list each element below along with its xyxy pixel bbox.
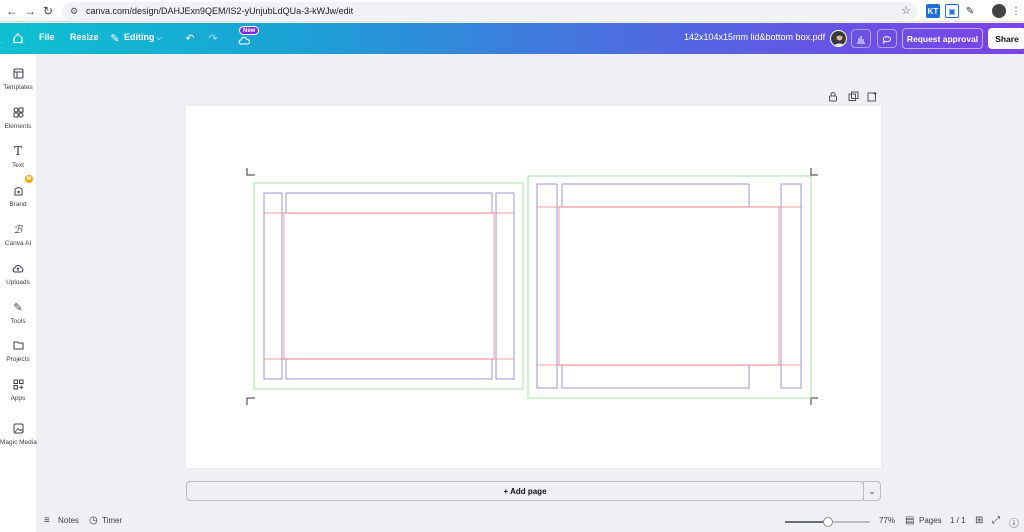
browser-menu-icon[interactable]: ⋮ <box>1009 4 1023 18</box>
page-counter: 1 / 1 <box>950 516 966 525</box>
sidebar-item-label: Magic Media <box>0 439 37 446</box>
editor-header: File Resize ✎ Editing ⌵ ↶ ↷ New 142x104x… <box>0 23 1024 54</box>
help-icon[interactable]: ⓘ <box>1009 515 1019 530</box>
zoom-percentage[interactable]: 77% <box>879 516 895 525</box>
sidebar-item-label: Text <box>12 162 24 169</box>
avatar[interactable] <box>830 30 847 47</box>
timer-button[interactable]: Timer <box>102 516 122 525</box>
brand-badge: W <box>25 175 33 183</box>
uploads-icon <box>0 261 36 275</box>
pages-icon[interactable]: ▤ <box>905 515 914 526</box>
insights-chart-icon[interactable] <box>851 29 871 48</box>
sidebar-item-text[interactable]: T Text <box>0 144 36 169</box>
design-page-canvas[interactable] <box>186 106 881 468</box>
canva-ai-icon: ℬ <box>13 222 23 236</box>
sidebar-item-label: Brand <box>9 201 27 208</box>
file-menu[interactable]: File <box>39 32 55 42</box>
site-info-icon[interactable]: ⚙ <box>70 6 82 17</box>
fullscreen-icon[interactable]: ⤢ <box>992 515 1000 526</box>
duplicate-page-icon[interactable] <box>848 91 859 104</box>
sidebar-item-brand[interactable]: Brand <box>0 183 36 208</box>
notes-button[interactable]: Notes <box>58 516 79 525</box>
editing-mode-dropdown[interactable]: Editing <box>124 32 155 42</box>
sidebar-item-apps[interactable]: Apps <box>0 377 36 402</box>
text-icon: T <box>13 144 22 158</box>
sidebar-item-label: Canva AI <box>4 240 32 247</box>
notes-icon[interactable]: ≡ <box>44 515 50 526</box>
new-badge: New <box>239 26 260 35</box>
add-page-icon[interactable] <box>867 91 878 104</box>
request-approval-button[interactable]: Request approval <box>902 28 983 49</box>
projects-icon <box>0 338 36 352</box>
sidebar-item-label: Tools <box>10 318 26 325</box>
extension-screenshot-icon[interactable]: ▣ <box>945 4 959 18</box>
sidebar-item-label: Elements <box>4 123 32 130</box>
sidebar-item-uploads[interactable]: Uploads <box>0 261 36 286</box>
sidebar-item-templates[interactable]: Templates <box>0 66 36 91</box>
sidebar-item-tools[interactable]: ✎ Tools <box>0 300 36 326</box>
sidebar-item-canva-ai[interactable]: ℬ Canva AI <box>0 222 36 248</box>
home-icon[interactable] <box>10 30 26 46</box>
extension-kt-icon[interactable]: KT <box>926 4 940 18</box>
zoom-slider-thumb[interactable] <box>822 517 833 527</box>
document-title[interactable]: 142x104x15mm lid&bottom box.pdf <box>684 32 825 42</box>
forward-icon[interactable]: → <box>20 1 40 21</box>
browser-profile-avatar[interactable] <box>992 4 1006 18</box>
redo-icon[interactable]: ↷ <box>205 30 221 46</box>
elements-icon <box>0 105 36 119</box>
pages-button[interactable]: Pages <box>919 516 942 525</box>
reload-icon[interactable]: ↻ <box>38 1 58 21</box>
sidebar-item-label: Templates <box>3 84 33 91</box>
brand-icon <box>0 183 36 197</box>
sidebar-item-magic-media[interactable]: Magic Media <box>0 421 37 446</box>
templates-icon <box>0 66 36 80</box>
share-button[interactable]: Share <box>988 28 1024 49</box>
grid-view-icon[interactable]: ⊞ <box>975 515 983 526</box>
zoom-slider[interactable] <box>785 517 870 527</box>
left-sidebar: Templates Elements T Text Brand ℬ Canva … <box>0 54 37 532</box>
extensions-puzzle-icon[interactable]: ✎ <box>963 4 977 18</box>
add-page-dropdown-icon[interactable]: ⌄ <box>863 481 881 501</box>
browser-toolbar: ← → ↻ ⚙ canva.com/design/DAHJExn9QEM/IS2… <box>0 0 1024 22</box>
sidebar-item-label: Uploads <box>6 279 30 286</box>
sidebar-item-label: Projects <box>6 356 30 363</box>
url-text: canva.com/design/DAHJExn9QEM/IS2-yUnjubL… <box>86 6 354 16</box>
resize-button[interactable]: Resize <box>70 32 99 42</box>
lock-icon[interactable] <box>828 91 838 104</box>
editor-footer: ≡ Notes ◷ Timer 77% ▤ Pages 1 / 1 ⊞ ⤢ ⓘ <box>0 510 1024 532</box>
tools-icon: ✎ <box>13 301 23 314</box>
add-page-button[interactable]: + Add page <box>186 481 864 501</box>
comment-icon[interactable] <box>877 29 897 48</box>
sidebar-item-label: Apps <box>10 395 26 402</box>
timer-icon[interactable]: ◷ <box>89 515 98 526</box>
box-dieline-artwork[interactable] <box>186 106 881 468</box>
address-bar[interactable]: ⚙ canva.com/design/DAHJExn9QEM/IS2-yUnju… <box>62 2 917 20</box>
zoom-slider-fill <box>785 521 828 523</box>
chevron-down-icon[interactable]: ⌵ <box>151 30 167 46</box>
pencil-icon: ✎ <box>110 32 120 45</box>
apps-icon <box>0 377 36 391</box>
magic-media-icon <box>0 421 36 435</box>
back-icon[interactable]: ← <box>2 1 22 21</box>
bookmark-star-icon[interactable]: ☆ <box>901 4 911 17</box>
sidebar-item-elements[interactable]: Elements <box>0 105 36 130</box>
undo-icon[interactable]: ↶ <box>182 30 198 46</box>
sidebar-item-projects[interactable]: Projects <box>0 338 36 363</box>
